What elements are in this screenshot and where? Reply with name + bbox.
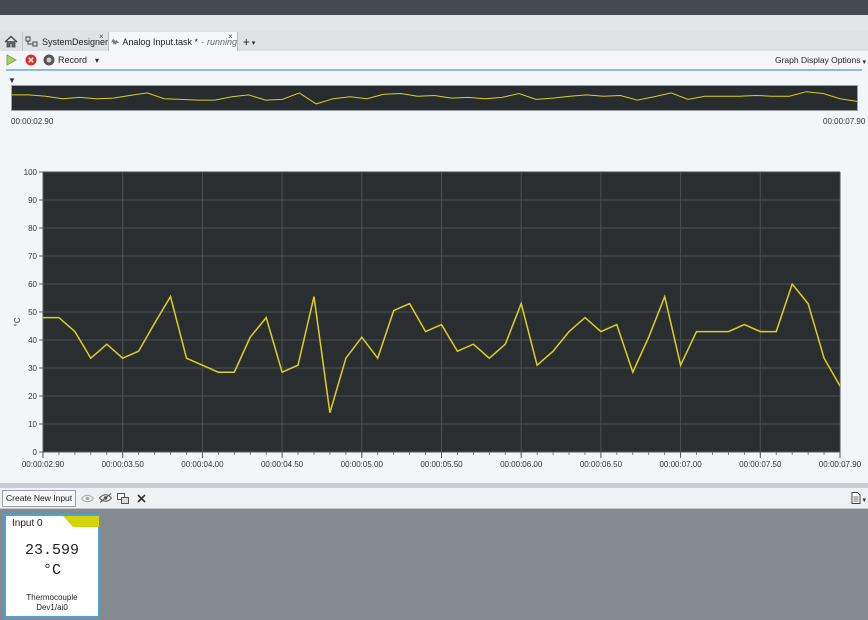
input-unit: °C bbox=[42, 562, 61, 579]
duplicate-icon bbox=[117, 492, 130, 504]
x-tick-label: 00:00:05.50 bbox=[420, 460, 463, 469]
input-type: Thermocouple bbox=[26, 593, 78, 602]
stop-button[interactable] bbox=[25, 54, 37, 66]
y-tick-label: 100 bbox=[24, 168, 38, 177]
input-card-title: Input 0 bbox=[12, 518, 43, 529]
chevron-down-icon: ▾ bbox=[251, 40, 256, 47]
input-value: 23.599 bbox=[24, 542, 79, 559]
tab-analog-input[interactable]: Analog Input.task * - running × bbox=[108, 32, 238, 52]
x-tick-label: 00:00:07.50 bbox=[739, 460, 782, 469]
x-tick-label: 00:00:02.90 bbox=[22, 460, 65, 469]
overview-collapse-toggle[interactable]: ▼ bbox=[8, 76, 16, 85]
x-tick-label: 00:00:07.90 bbox=[819, 460, 862, 469]
run-button[interactable] bbox=[5, 54, 17, 66]
input-channel: Dev1/ai0 bbox=[36, 603, 68, 612]
y-tick-label: 80 bbox=[28, 224, 37, 233]
stop-icon bbox=[25, 54, 37, 66]
inputs-toolbar: Create New Input ▾ bbox=[0, 488, 868, 509]
record-label: Record bbox=[58, 55, 88, 65]
overview-sparkline bbox=[12, 91, 868, 105]
graph-display-options-label: Graph Display Options bbox=[774, 55, 861, 65]
window-title-bar bbox=[0, 0, 868, 15]
y-tick-label: 40 bbox=[28, 336, 37, 345]
new-tab-button[interactable]: + ▾ bbox=[238, 32, 260, 51]
tab-home[interactable] bbox=[2, 32, 20, 51]
waveform-icon bbox=[111, 38, 120, 45]
plus-icon: + bbox=[242, 34, 250, 49]
panel-menu-button[interactable]: ▾ bbox=[851, 492, 866, 504]
y-axis-label: °C bbox=[13, 317, 22, 326]
record-icon bbox=[43, 54, 55, 66]
y-tick-label: 60 bbox=[28, 280, 37, 289]
eye-icon bbox=[80, 494, 94, 502]
duplicate-input-button[interactable] bbox=[116, 491, 130, 505]
run-icon bbox=[6, 54, 17, 66]
document-tab-bar: SystemDesigner × Analog Input.task * - r… bbox=[0, 31, 868, 52]
close-tab-icon[interactable]: × bbox=[99, 32, 104, 41]
create-new-input-button[interactable]: Create New Input bbox=[2, 489, 77, 507]
y-tick-label: 20 bbox=[28, 392, 37, 401]
command-bar: Record ▾ Graph Display Options ▾ bbox=[0, 51, 868, 69]
y-tick-label: 10 bbox=[28, 420, 37, 429]
x-tick-label: 00:00:06.00 bbox=[500, 460, 543, 469]
x-tick-label: 00:00:07.00 bbox=[659, 460, 702, 469]
tab-label-analog-input: Analog Input.task * bbox=[122, 37, 198, 47]
eye-off-icon bbox=[98, 493, 112, 503]
command-bar-accent bbox=[6, 69, 862, 71]
chevron-down-icon: ▾ bbox=[95, 55, 100, 65]
overview-end-time: 00:00:07.90 bbox=[823, 117, 866, 126]
overview-strip[interactable] bbox=[11, 85, 868, 111]
temperature-chart: 0 10 20 30 40 50 60 70 80 90 100 00:00:02.90 00:00:0… bbox=[13, 168, 862, 469]
top-toolbar bbox=[0, 15, 868, 32]
y-tick-label: 30 bbox=[28, 364, 37, 373]
close-icon bbox=[137, 493, 146, 503]
chevron-down-icon: ▾ bbox=[862, 58, 866, 66]
overview-series-line bbox=[12, 91, 868, 105]
system-designer-icon bbox=[25, 36, 38, 46]
show-input-button[interactable] bbox=[80, 491, 94, 505]
hide-input-button[interactable] bbox=[98, 491, 112, 505]
delete-input-button[interactable] bbox=[134, 491, 148, 505]
tab-system-designer[interactable]: SystemDesigner × bbox=[22, 32, 110, 51]
y-tick-label: 50 bbox=[28, 308, 37, 317]
x-tick-label: 00:00:04.00 bbox=[181, 460, 224, 469]
y-tick-label: 90 bbox=[28, 196, 37, 205]
x-tick-label: 00:00:06.50 bbox=[580, 460, 623, 469]
y-tick-label: 70 bbox=[28, 252, 37, 261]
record-button[interactable]: Record ▾ bbox=[43, 54, 99, 66]
overview-start-time: 00:00:02.90 bbox=[11, 117, 54, 126]
graph-display-options-button[interactable]: Graph Display Options ▾ bbox=[775, 55, 866, 66]
inputs-panel bbox=[0, 509, 868, 620]
home-icon bbox=[4, 35, 18, 48]
input-card[interactable]: Input 0 23.599 °C Thermocouple Dev1/ai0 bbox=[4, 514, 100, 618]
x-tick-label: 00:00:04.50 bbox=[261, 460, 304, 469]
x-tick-label: 00:00:03.50 bbox=[102, 460, 145, 469]
close-tab-icon[interactable]: × bbox=[228, 32, 233, 41]
y-tick-label: 0 bbox=[33, 448, 38, 457]
input-color-tag bbox=[63, 516, 99, 527]
document-icon bbox=[851, 492, 861, 504]
x-tick-label: 00:00:05.00 bbox=[341, 460, 384, 469]
chevron-down-icon: ▾ bbox=[862, 497, 866, 504]
